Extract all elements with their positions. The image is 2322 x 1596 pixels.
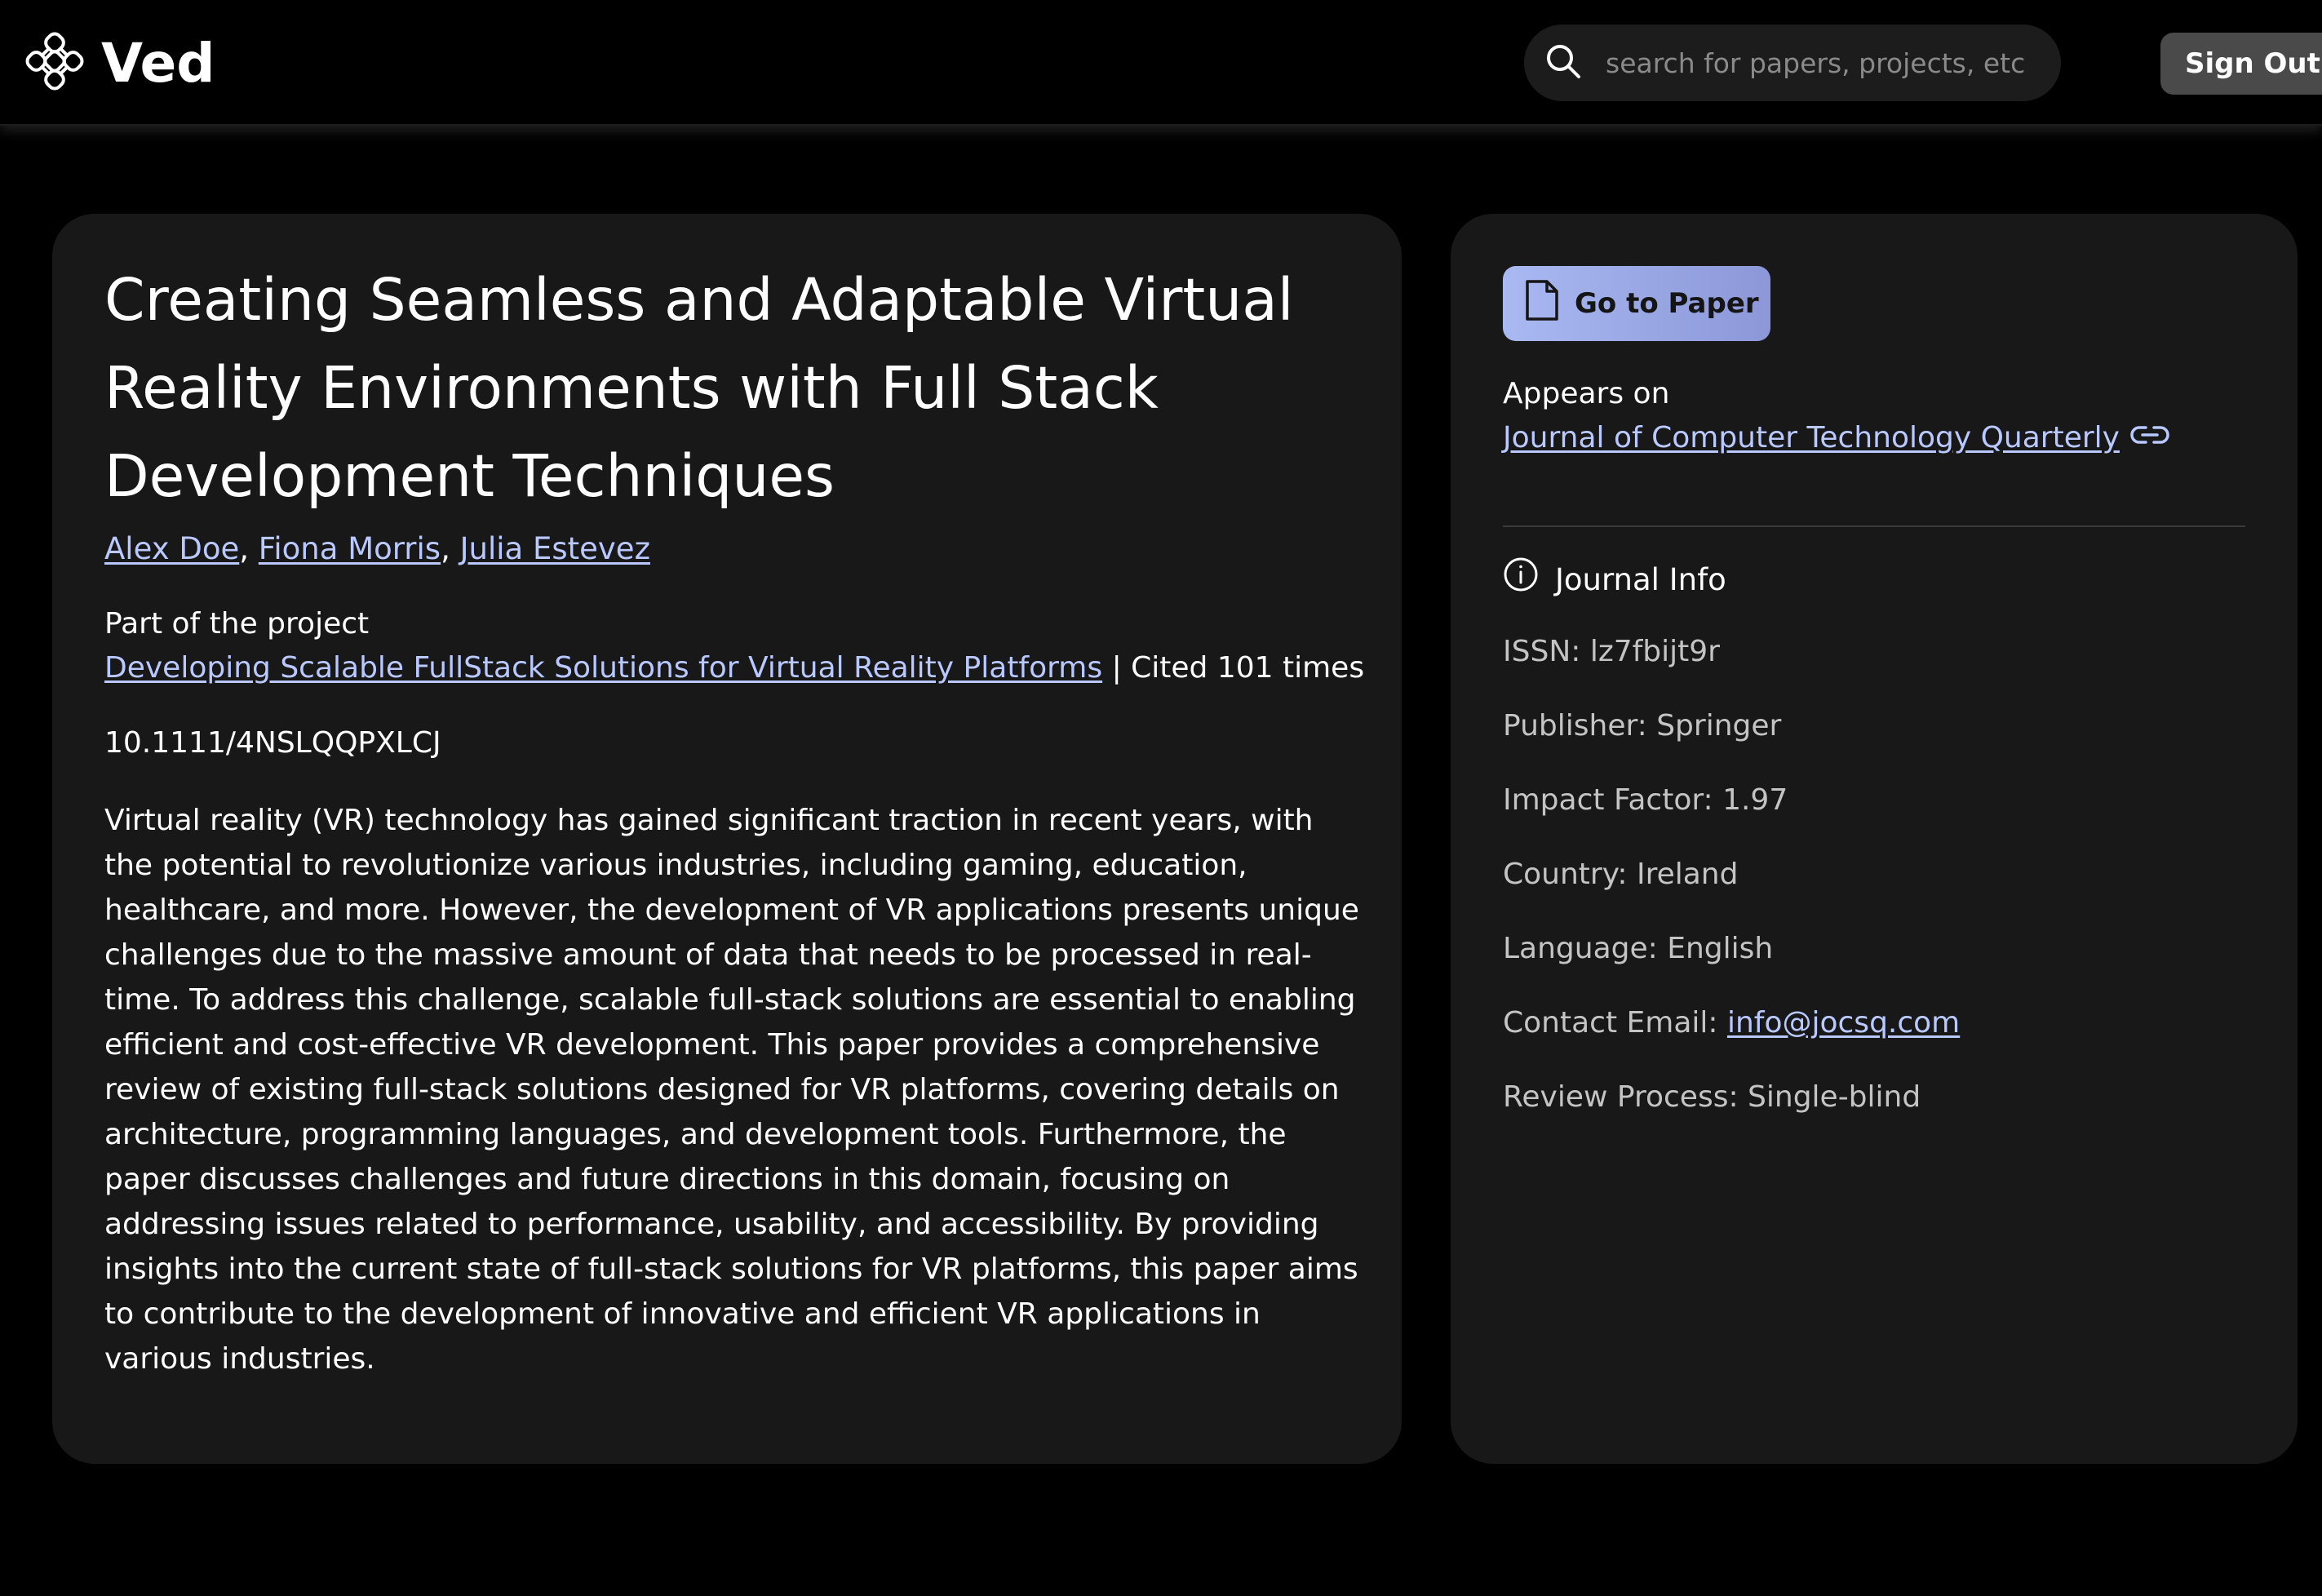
project-line: Developing Scalable FullStack Solutions …	[104, 648, 1364, 689]
issn-text: ISSN: lz7fbijt9r	[1503, 635, 1720, 668]
go-to-paper-button[interactable]: Go to Paper	[1503, 266, 1770, 341]
journal-line: Journal of Computer Technology Quarterly	[1503, 418, 2170, 459]
document-icon	[1524, 278, 1575, 330]
paper-title: Creating Seamless and Adaptable Virtual …	[104, 266, 1294, 510]
contact-email-label: Contact Email:	[1503, 1006, 1727, 1040]
language-text: Language: English	[1503, 932, 1774, 965]
author-list: Alex Doe, Fiona Morris, Julia Estevez	[104, 529, 650, 570]
journal-link[interactable]: Journal of Computer Technology Quarterly	[1503, 418, 2120, 459]
country-text: Country: Ireland	[1503, 858, 1739, 891]
appears-on-label: Appears on	[1503, 377, 1670, 410]
journal-info-label: Journal Info	[1555, 561, 1726, 597]
publisher-text: Publisher: Springer	[1503, 709, 1782, 743]
sign-out-button[interactable]: Sign Out	[2160, 33, 2322, 95]
author-link[interactable]: Fiona Morris	[259, 531, 441, 566]
search-icon	[1524, 42, 1583, 84]
impact-factor-text: Impact Factor: 1.97	[1503, 783, 1788, 817]
journal-card: Go to Paper Appears on Journal of Comput…	[1451, 214, 2298, 1464]
journal-info-heading: Journal Info	[1503, 556, 1726, 603]
search-input[interactable]	[1604, 46, 2032, 80]
citation-count: | Cited 101 times	[1102, 651, 1365, 685]
contact-email-link[interactable]: info@jocsq.com	[1727, 1006, 1960, 1040]
author-separator: ,	[441, 531, 460, 566]
project-label: Part of the project	[104, 607, 370, 641]
abstract-text: Virtual reality (VR) technology has gain…	[104, 804, 1359, 1376]
go-to-paper-label: Go to Paper	[1575, 287, 1759, 320]
top-bar: Ved Sign Out	[0, 0, 2322, 126]
author-link[interactable]: Alex Doe	[104, 531, 239, 566]
doi-text: 10.1111/4NSLQQPXLCJ	[104, 726, 441, 760]
contact-email-row: Contact Email: info@jocsq.com	[1503, 1003, 1960, 1044]
search-bar[interactable]	[1524, 24, 2061, 101]
brand[interactable]: Ved	[23, 24, 215, 101]
link-icon[interactable]	[2120, 418, 2170, 459]
paper-card: Creating Seamless and Adaptable Virtual …	[52, 214, 1402, 1464]
divider	[1503, 525, 2245, 527]
project-link[interactable]: Developing Scalable FullStack Solutions …	[104, 651, 1102, 685]
info-icon	[1503, 556, 1555, 603]
author-separator: ,	[239, 531, 259, 566]
review-process-text: Review Process: Single-blind	[1503, 1080, 1921, 1114]
knot-logo-icon	[23, 24, 86, 102]
author-link[interactable]: Julia Estevez	[460, 531, 650, 566]
app-name: Ved	[101, 31, 215, 95]
